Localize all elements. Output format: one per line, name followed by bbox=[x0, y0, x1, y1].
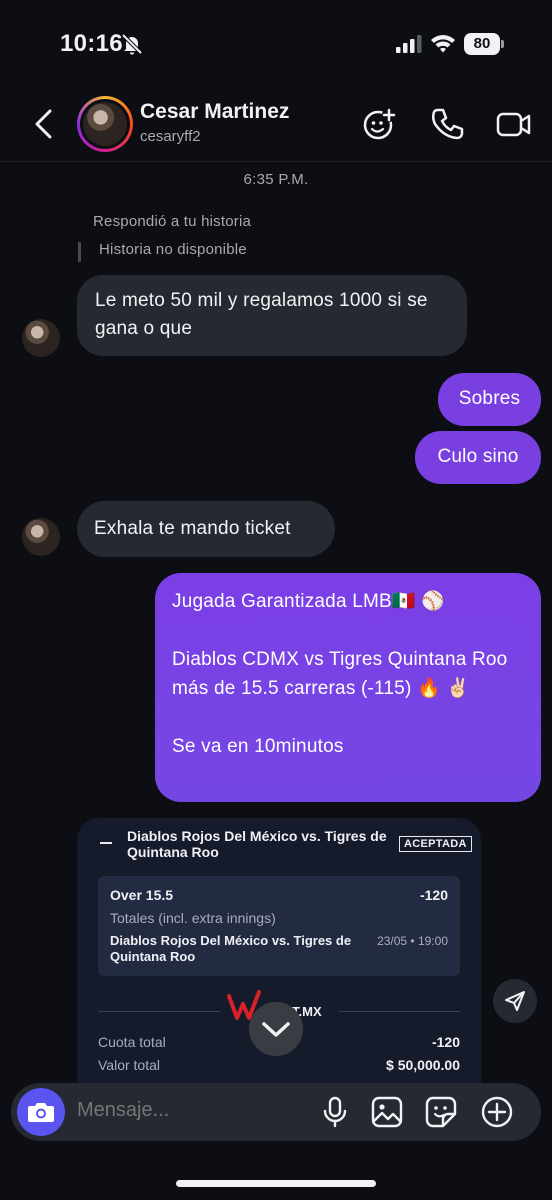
ticket-event: Diablos Rojos Del México vs. Tigres de Q… bbox=[110, 933, 352, 964]
total-odds-value: -120 bbox=[431, 1034, 460, 1050]
contact-avatar[interactable] bbox=[77, 96, 133, 152]
total-odds-label: Cuota total bbox=[98, 1034, 166, 1050]
cellular-signal-icon bbox=[396, 35, 422, 53]
message-timestamp: 6:35 P.M. bbox=[243, 171, 309, 188]
ticket-selection: Over 15.5 bbox=[110, 887, 174, 903]
message-bubble-outgoing[interactable]: Sobres bbox=[438, 373, 541, 426]
scroll-to-bottom-button[interactable] bbox=[249, 1002, 303, 1056]
phone-icon[interactable] bbox=[430, 106, 466, 142]
video-call-icon[interactable] bbox=[496, 106, 532, 142]
ticket-odds: -120 bbox=[419, 887, 448, 903]
add-icon[interactable] bbox=[481, 1096, 513, 1128]
message-bubble-outgoing[interactable]: Culo sino bbox=[415, 431, 541, 484]
battery-percent: 80 bbox=[473, 35, 491, 52]
story-unavailable-text: Historia no disponible bbox=[99, 241, 247, 258]
total-value-amount: $ 50,000.00 bbox=[386, 1057, 460, 1073]
sender-avatar[interactable] bbox=[22, 518, 60, 556]
story-reply-label: Respondió a tu historia bbox=[93, 213, 252, 230]
status-bar: 10:16 80 bbox=[0, 0, 552, 86]
back-chevron-icon[interactable] bbox=[30, 108, 58, 140]
add-people-icon[interactable] bbox=[362, 106, 398, 142]
microphone-icon[interactable] bbox=[319, 1096, 351, 1128]
ticket-date: 23/05 • 19:00 bbox=[377, 934, 448, 948]
ticket-title: Diablos Rojos Del México vs. Tigres de Q… bbox=[127, 828, 387, 860]
message-line: Diablos CDMX vs Tigres Quintana Roo más … bbox=[172, 649, 508, 699]
message-input[interactable] bbox=[77, 1099, 277, 1122]
gallery-icon[interactable] bbox=[371, 1096, 403, 1128]
camera-icon bbox=[28, 1103, 54, 1122]
sticker-icon[interactable] bbox=[425, 1096, 457, 1128]
camera-button[interactable] bbox=[17, 1088, 65, 1136]
send-icon bbox=[505, 991, 525, 1011]
contact-name[interactable]: Cesar Martinez bbox=[140, 100, 289, 124]
ticket-status-badge: ACEPTADA bbox=[399, 836, 472, 852]
message-line: Jugada Garantizada LMB🇲🇽 ⚾ bbox=[172, 591, 446, 612]
message-bubble-incoming[interactable]: Le meto 50 mil y regalamos 1000 si se ga… bbox=[77, 275, 467, 356]
battery-indicator: 80 bbox=[464, 33, 504, 55]
home-indicator[interactable] bbox=[176, 1180, 376, 1187]
message-bubble-incoming[interactable]: Exhala te mando ticket bbox=[77, 501, 335, 557]
message-line: Se va en 10minutos bbox=[172, 736, 344, 757]
total-value-label: Valor total bbox=[98, 1057, 160, 1073]
ticket-selection-card: Over 15.5 -120 Totales (incl. extra inni… bbox=[98, 876, 460, 976]
sender-avatar[interactable] bbox=[22, 319, 60, 357]
share-button[interactable] bbox=[493, 979, 537, 1023]
chat-header: Cesar Martinez cesaryff2 bbox=[0, 86, 552, 162]
story-reply-bar bbox=[78, 242, 81, 262]
collapse-icon bbox=[100, 842, 112, 844]
bell-muted-icon bbox=[121, 33, 143, 55]
ticket-market: Totales (incl. extra innings) bbox=[110, 910, 276, 926]
wifi-icon bbox=[431, 35, 455, 53]
total-value-row: Valor total $ 50,000.00 bbox=[98, 1057, 460, 1073]
message-composer bbox=[11, 1083, 541, 1141]
chevron-down-icon bbox=[262, 1022, 290, 1037]
divider bbox=[339, 1011, 460, 1012]
message-bubble-outgoing[interactable]: Jugada Garantizada LMB🇲🇽 ⚾ Diablos CDMX … bbox=[155, 573, 541, 802]
contact-username[interactable]: cesaryff2 bbox=[140, 128, 201, 145]
status-time: 10:16 bbox=[60, 30, 123, 57]
divider bbox=[98, 1011, 220, 1012]
